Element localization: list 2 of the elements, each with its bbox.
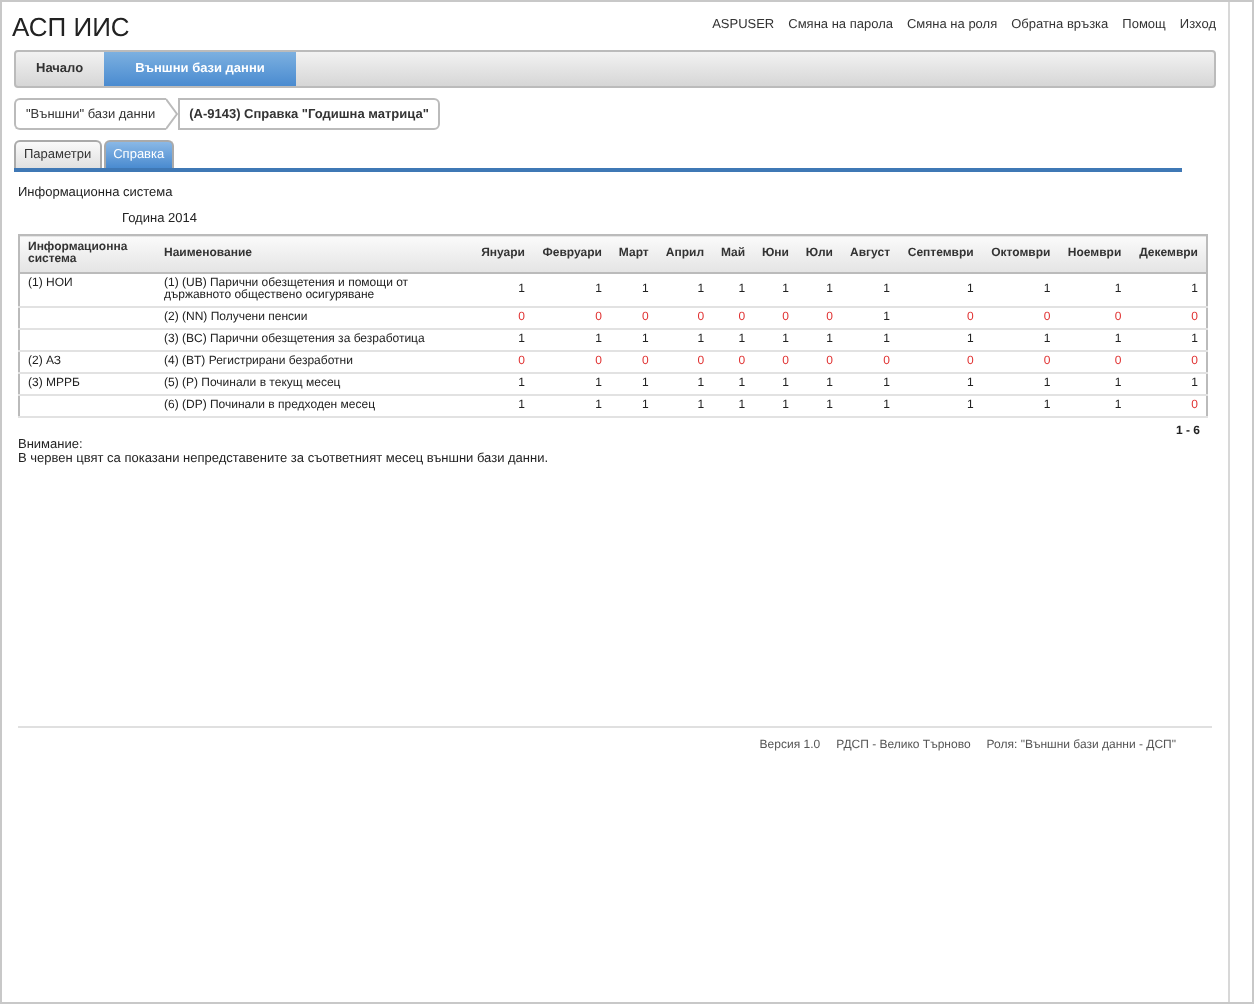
breadcrumb-separator-icon bbox=[165, 98, 178, 130]
app-title: АСП ИИС bbox=[12, 12, 130, 44]
